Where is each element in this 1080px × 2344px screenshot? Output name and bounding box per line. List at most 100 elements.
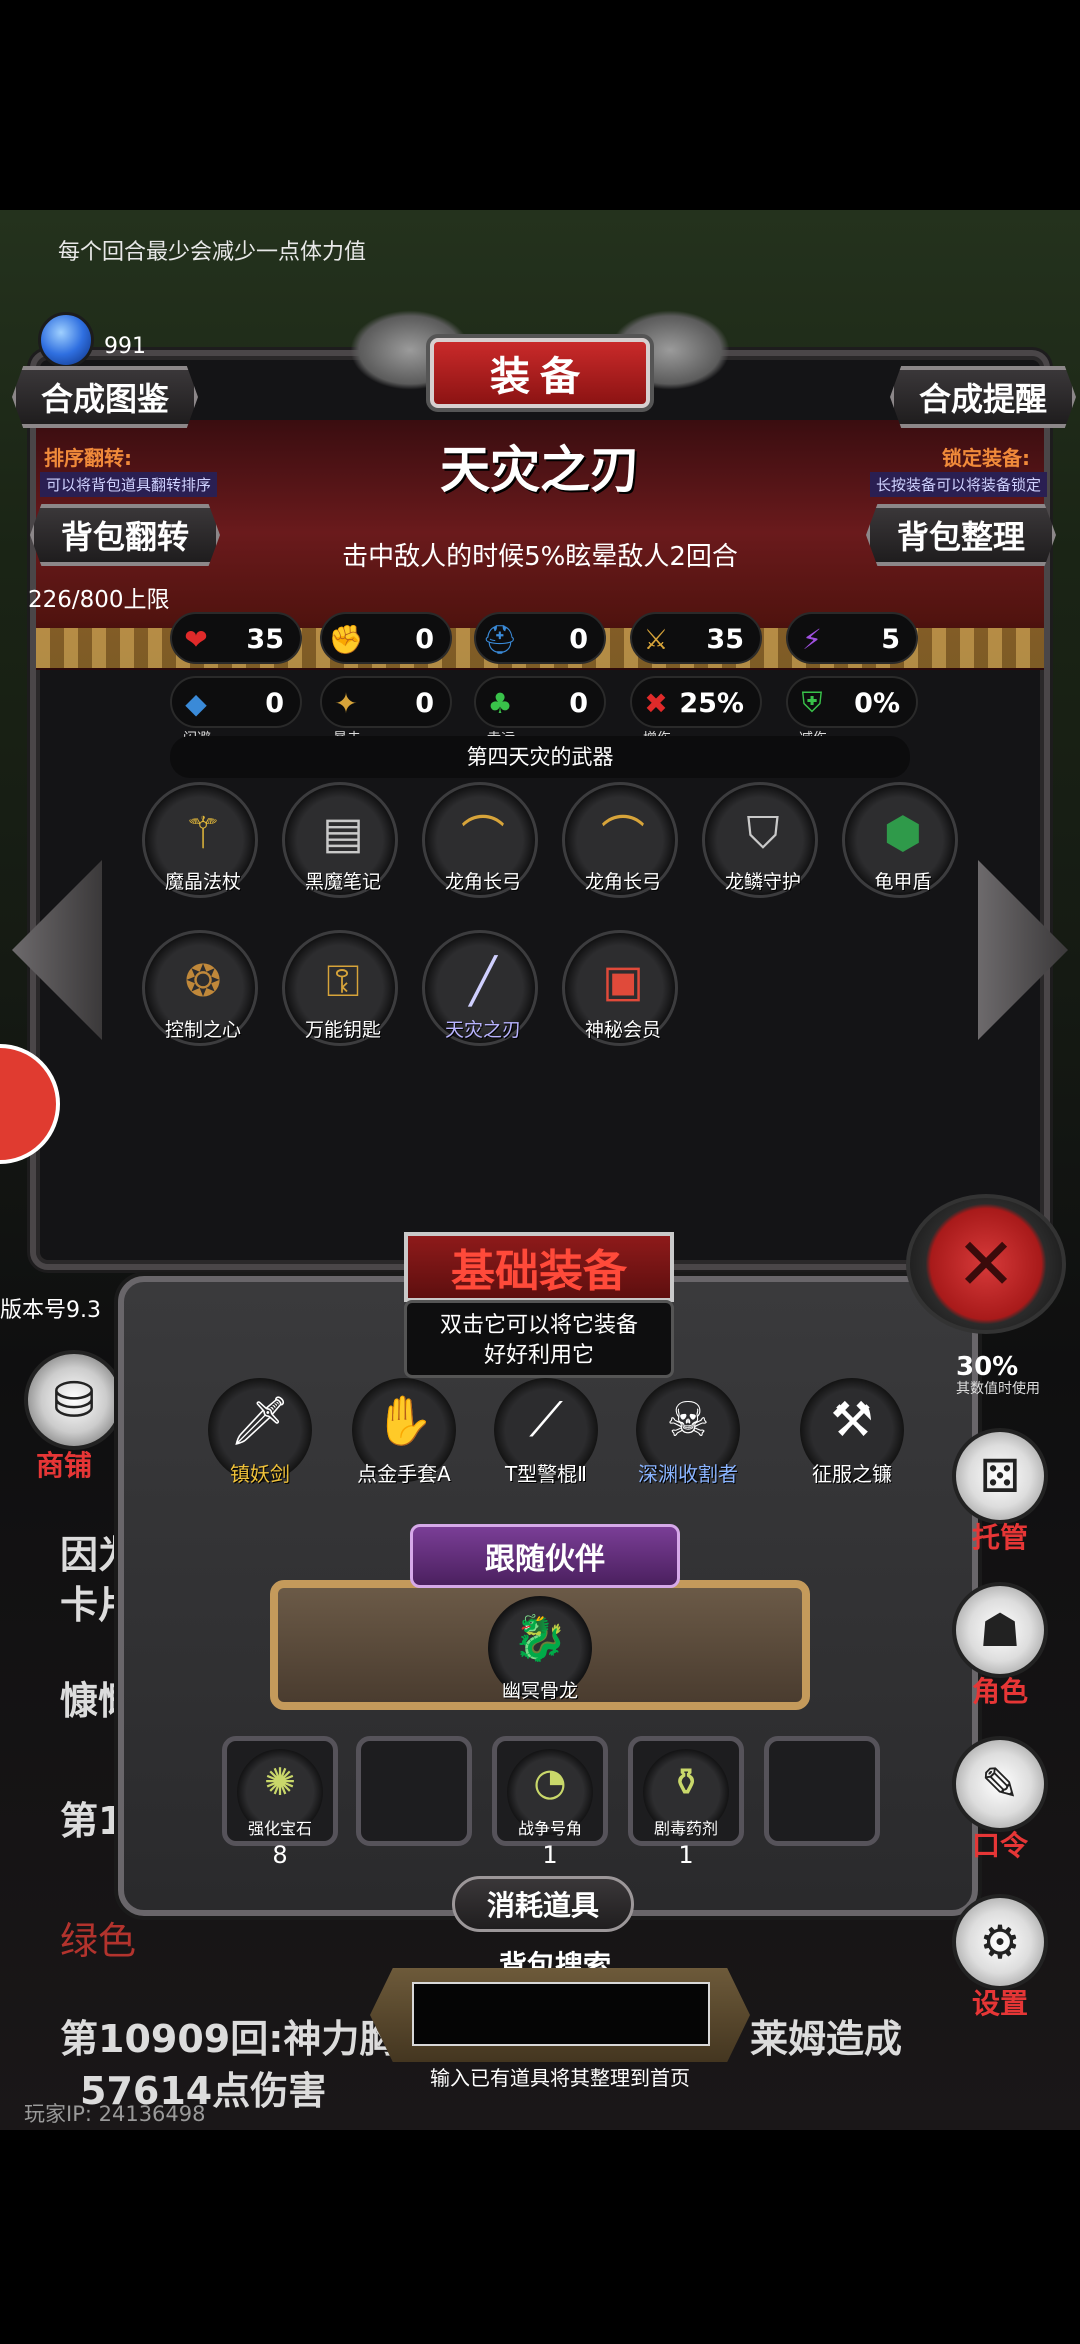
menu-label: 口令 <box>971 1829 1028 1862</box>
hood-button[interactable]: ☗ <box>952 1582 1048 1678</box>
version-label: 版本号9.3 <box>0 1298 101 1323</box>
synthesis-reminder-button[interactable]: 合成提醒 <box>890 366 1076 428</box>
clover-icon: ♣ <box>487 686 513 720</box>
selected-item-desc: 击中敌人的时候5%眩晕敌人2回合 <box>342 542 738 572</box>
gem-icon <box>38 312 94 368</box>
stat-pill: ✦0暴击 <box>320 676 452 747</box>
consumable-ring: ◔ 战争号角 <box>507 1749 593 1838</box>
inventory-slot[interactable]: ⬢ 龟甲盾 <box>842 782 958 898</box>
stat-value: 0 <box>569 624 588 655</box>
item-icon: ⌒ <box>461 812 505 863</box>
stat-pill: ⚡ 5 <box>786 612 918 664</box>
base-equipment-title: 基础装备 <box>404 1232 674 1302</box>
consumable-slot[interactable] <box>764 1736 880 1846</box>
inventory-slot[interactable]: ⌒ 龙角长弓 <box>422 782 538 898</box>
settings-button[interactable]: ⚙ <box>952 1894 1048 1990</box>
close-icon: ✕ <box>955 1222 1017 1306</box>
inventory-slot[interactable]: ⌒ 龙角长弓 <box>562 782 678 898</box>
shop-button[interactable]: ⛁ <box>24 1350 124 1450</box>
lightning-icon: ⚡ <box>802 622 822 656</box>
stat-value: 25% <box>679 688 744 719</box>
equipment-icon: ⚒ <box>830 1392 874 1448</box>
heart-icon: ❤ <box>184 622 208 656</box>
base-equipment-slot[interactable]: ✋ 点金手套A <box>352 1378 456 1486</box>
shop-label: 商铺 <box>36 1449 93 1482</box>
bag-search-hint: 输入已有道具将其整理到首页 <box>430 2066 690 2090</box>
inventory-slot[interactable]: ⚚ 魔晶法杖 <box>142 782 258 898</box>
consumable-ring: ⚱ 剧毒药剂 <box>643 1749 729 1838</box>
shop-icon: ⛁ <box>53 1371 95 1429</box>
scroll-button[interactable]: ✎ <box>952 1736 1048 1832</box>
consumable-slot[interactable]: ✺ 强化宝石 8 <box>222 1736 338 1869</box>
bag-search-input[interactable] <box>412 1982 710 2046</box>
item-icon: ▤ <box>322 807 364 859</box>
hint-text: 每个回合最少会减少一点体力值 <box>58 240 367 265</box>
consumable-icon: ◔ <box>533 1760 567 1804</box>
item-icon: ❂ <box>184 955 222 1007</box>
consumable-label: 战争号角 <box>517 1819 582 1838</box>
base-equipment-slot[interactable]: ⚒ 征服之镰 <box>800 1378 904 1486</box>
weapon-set-label: 第四天灾的武器 <box>170 736 910 778</box>
muscle-icon: ✊ <box>328 622 364 656</box>
base-equipment-slot[interactable]: 🗡 镇妖剑 <box>208 1378 312 1486</box>
menu-label: 设置 <box>971 1987 1028 2020</box>
base-equipment-slot[interactable]: ☠ 深渊收割者 <box>636 1378 740 1486</box>
settings-icon: ⚙ <box>979 1915 1021 1969</box>
close-button[interactable]: ✕ <box>906 1194 1066 1334</box>
partner-name: 幽冥骨龙 <box>501 1680 578 1702</box>
stat-value: 0 <box>415 688 434 719</box>
item-icon: ⌒ <box>601 812 645 863</box>
stat-value: 35 <box>246 624 284 655</box>
sort-flip-title: 排序翻转: <box>44 446 132 470</box>
inventory-slot[interactable]: ⚿ 万能钥匙 <box>282 930 398 1046</box>
item-label: 万能钥匙 <box>304 1019 381 1041</box>
stat-pill: ⚔ 35 <box>630 612 762 664</box>
player-ip: 玩家IP: 24136498 <box>24 2102 206 2126</box>
consumable-label: 剧毒药剂 <box>653 1819 718 1838</box>
equipment-label: 征服之镰 <box>812 1462 892 1486</box>
inventory-slot[interactable]: ▤ 黑魔笔记 <box>282 782 398 898</box>
inventory-slot[interactable]: ╱ 天灾之刃 <box>422 930 538 1046</box>
consumable-slot[interactable]: ⚱ 剧毒药剂 1 <box>628 1736 744 1869</box>
equipment-label: 深渊收割者 <box>638 1462 738 1486</box>
bone-dragon-icon: 🐉 <box>512 1613 568 1664</box>
consumable-count: 1 <box>542 1841 558 1869</box>
consumable-slot[interactable]: ◔ 战争号角 1 <box>492 1736 608 1869</box>
log-line: 莱姆造成 <box>750 2017 903 2061</box>
menu-label: 托管 <box>971 1521 1028 1554</box>
inventory-slot[interactable]: ❂ 控制之心 <box>142 930 258 1046</box>
stat-value: 0 <box>265 688 284 719</box>
equipment-icon: ✋ <box>374 1392 434 1449</box>
damage-boost-icon: ✖ <box>644 686 668 720</box>
dice-button[interactable]: ⚄ <box>952 1428 1048 1524</box>
consumable-count: 8 <box>272 1841 288 1869</box>
base-equipment-slot[interactable]: ⟋ T型警棍Ⅱ <box>494 1378 598 1486</box>
selected-item-name: 天灾之刃 <box>440 441 640 499</box>
item-label: 魔晶法杖 <box>164 871 241 893</box>
consumables-title: 消耗道具 <box>452 1876 634 1932</box>
bag-flip-button[interactable]: 背包翻转 <box>30 504 220 566</box>
bag-sort-button[interactable]: 背包整理 <box>866 504 1056 566</box>
base-equipment-sub1: 双击它可以将它装备 <box>439 1313 638 1338</box>
crit-icon: ✦ <box>334 686 358 720</box>
lock-title: 锁定装备: <box>942 446 1030 470</box>
consumable-icon: ⚱ <box>670 1760 702 1804</box>
consumable-slot[interactable] <box>356 1736 472 1846</box>
dodge-icon: ◆ <box>185 686 207 720</box>
item-label: 天灾之刃 <box>444 1019 521 1041</box>
stat-pill: ◆0闪避 <box>170 676 302 747</box>
item-icon: ⬢ <box>883 807 923 859</box>
synthesis-guide-button[interactable]: 合成图鉴 <box>12 366 198 428</box>
sort-flip-desc: 可以将背包道具翻转排序 <box>40 472 218 497</box>
stat-pill: ⛨0%减伤 <box>786 676 918 747</box>
sword-icon: ⚔ <box>643 622 669 656</box>
stat-value: 0 <box>415 624 434 655</box>
item-icon: ▣ <box>602 955 644 1007</box>
partner-slot[interactable]: 🐉 幽冥骨龙 <box>488 1596 592 1702</box>
inventory-slot[interactable]: ⛉ 龙鳞守护 <box>702 782 818 898</box>
inventory-slot[interactable]: ▣ 神秘会员 <box>562 930 678 1046</box>
menu-label: 角色 <box>971 1675 1028 1708</box>
item-label: 龟甲盾 <box>874 871 932 893</box>
equipment-icon: ⟋ <box>529 1391 563 1448</box>
item-icon: ⚿ <box>326 955 360 1007</box>
